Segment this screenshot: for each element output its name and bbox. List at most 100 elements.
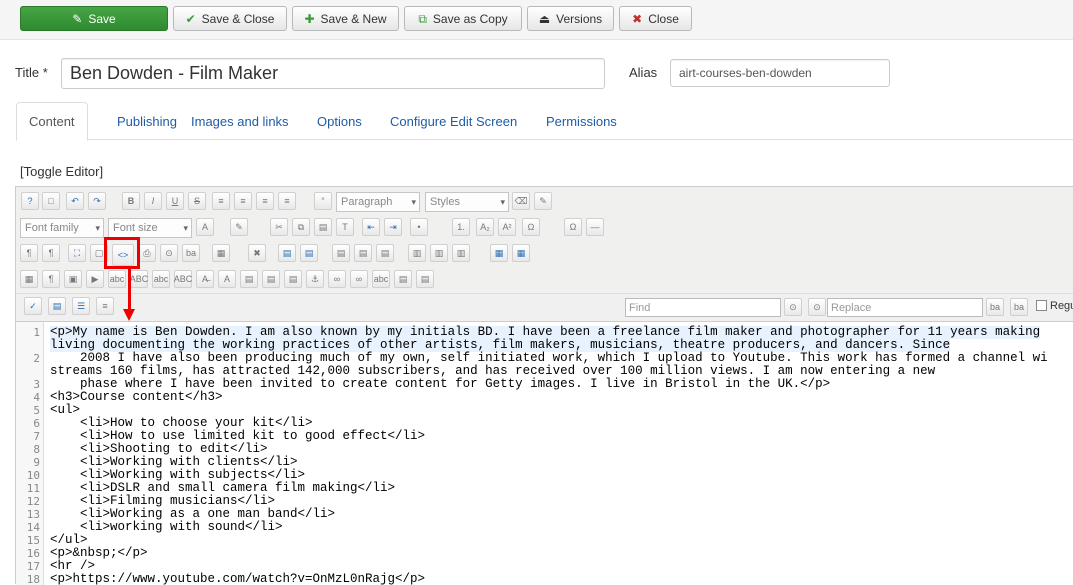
delete-table-icon[interactable]: ✖: [248, 244, 266, 262]
acronym-icon[interactable]: ABC: [130, 270, 148, 288]
numbered-list-icon[interactable]: 1.: [452, 218, 470, 236]
grid-icon[interactable]: ▦: [20, 270, 38, 288]
insert-a-icon[interactable]: A: [218, 270, 236, 288]
template-icon[interactable]: ▤: [262, 270, 280, 288]
superscript-icon[interactable]: A²: [498, 218, 516, 236]
redo-icon[interactable]: ↷: [88, 192, 106, 210]
attributes-icon[interactable]: ▤: [240, 270, 258, 288]
blockquote-icon[interactable]: “: [314, 192, 332, 210]
tab-publishing[interactable]: Publishing: [105, 102, 189, 140]
table-props-icon[interactable]: ▦: [490, 244, 508, 262]
eraser-icon[interactable]: ⌫: [512, 192, 530, 210]
tab-images-links[interactable]: Images and links: [179, 102, 301, 140]
italic-icon[interactable]: I: [144, 192, 162, 210]
toggle-editor-link[interactable]: [Toggle Editor]: [20, 164, 103, 179]
pilcrow-icon[interactable]: ¶: [42, 270, 60, 288]
spellcheck-icon[interactable]: abc: [372, 270, 390, 288]
omega-icon[interactable]: Ω: [564, 218, 582, 236]
tab-configure-edit-screen[interactable]: Configure Edit Screen: [378, 102, 529, 140]
abbreviation-icon[interactable]: ABC: [174, 270, 192, 288]
replace-one-icon[interactable]: ba: [986, 298, 1004, 316]
font-family-select[interactable]: Font family: [20, 218, 104, 238]
wrap-toggle-icon[interactable]: ▤: [48, 297, 66, 315]
text-color-icon[interactable]: A: [196, 218, 214, 236]
cut-icon[interactable]: ✂: [270, 218, 288, 236]
bullet-list-icon[interactable]: •: [410, 218, 428, 236]
media-icon[interactable]: ▶: [86, 270, 104, 288]
tab-content[interactable]: Content: [16, 102, 88, 141]
save-button[interactable]: ✎ Save: [20, 6, 168, 31]
replace-input[interactable]: Replace: [827, 298, 983, 317]
subscript-icon[interactable]: A₂: [476, 218, 494, 236]
regex-checkbox[interactable]: [1036, 300, 1047, 311]
strikethrough-icon[interactable]: S: [188, 192, 206, 210]
outdent-icon[interactable]: ⇤: [362, 218, 380, 236]
insert-row-icon[interactable]: ▤: [332, 244, 350, 262]
paste-icon[interactable]: ▤: [314, 218, 332, 236]
undo-icon[interactable]: ↶: [66, 192, 84, 210]
horizontal-rule-icon[interactable]: —: [586, 218, 604, 236]
format-code-icon[interactable]: ≡: [96, 297, 114, 315]
delete-row-icon[interactable]: ▤: [354, 244, 372, 262]
tab-permissions[interactable]: Permissions: [534, 102, 629, 140]
find-input[interactable]: Find: [625, 298, 781, 317]
find-icon[interactable]: ⊙: [160, 244, 178, 262]
anchor-icon[interactable]: ⚓: [306, 270, 324, 288]
close-label: Close: [648, 11, 679, 26]
find-next-icon[interactable]: ⊙: [784, 298, 802, 316]
align-justify-icon[interactable]: ≡: [278, 192, 296, 210]
brush-icon[interactable]: ✎: [534, 192, 552, 210]
col-after-icon[interactable]: ▥: [430, 244, 448, 262]
code-area[interactable]: 1 2 3 4 5 6 7 8 9 10 11 12 13 14 15 16 17 18 <p>My name i…: [16, 321, 1073, 585]
paste-text-icon[interactable]: T: [336, 218, 354, 236]
font-size-select[interactable]: Font size: [108, 218, 192, 238]
styles-select[interactable]: Styles: [425, 192, 509, 212]
save-copy-button[interactable]: ⧉ Save as Copy: [404, 6, 522, 31]
align-center-icon[interactable]: ≡: [234, 192, 252, 210]
row-after-icon[interactable]: ▤: [300, 244, 318, 262]
row-before-icon[interactable]: ▤: [278, 244, 296, 262]
title-input[interactable]: Ben Dowden - Film Maker: [61, 58, 605, 89]
copy-icon[interactable]: ⧉: [292, 218, 310, 236]
cell-props-icon[interactable]: ▦: [512, 244, 530, 262]
visual-chars-icon[interactable]: ¶: [42, 244, 60, 262]
align-left-icon[interactable]: ≡: [212, 192, 230, 210]
fullscreen-icon[interactable]: ⛶: [68, 244, 86, 262]
unlink-icon[interactable]: ∞: [350, 270, 368, 288]
link-icon[interactable]: ∞: [328, 270, 346, 288]
underline-icon[interactable]: U: [166, 192, 184, 210]
versions-button[interactable]: ⏏ Versions: [527, 6, 614, 31]
bold-icon[interactable]: B: [122, 192, 140, 210]
image-icon[interactable]: ▣: [64, 270, 82, 288]
line-number: 6: [33, 417, 40, 430]
linenumbers-toggle-icon[interactable]: ☰: [72, 297, 90, 315]
close-button[interactable]: ✖ Close: [619, 6, 692, 31]
find-prev-icon[interactable]: ⊙: [808, 298, 826, 316]
save-new-button[interactable]: ✚ Save & New: [292, 6, 399, 31]
new-document-icon[interactable]: □: [42, 192, 60, 210]
highlight-color-icon[interactable]: ✎: [230, 218, 248, 236]
replace-icon[interactable]: ba: [182, 244, 200, 262]
help-icon[interactable]: ?: [21, 192, 39, 210]
paragraph-select[interactable]: Paragraph: [336, 192, 420, 212]
delete-col-icon[interactable]: ▥: [452, 244, 470, 262]
align-right-icon[interactable]: ≡: [256, 192, 274, 210]
indent-icon[interactable]: ⇥: [384, 218, 402, 236]
strike-a-icon[interactable]: A̶: [196, 270, 214, 288]
merge-row-icon[interactable]: ▤: [376, 244, 394, 262]
replace-all-icon[interactable]: ba: [1010, 298, 1028, 316]
readmore-icon[interactable]: ▤: [416, 270, 434, 288]
show-blocks-icon[interactable]: ¶: [20, 244, 38, 262]
col-before-icon[interactable]: ▥: [408, 244, 426, 262]
abbr-icon[interactable]: abc: [108, 270, 126, 288]
save-close-button[interactable]: ✔ Save & Close: [173, 6, 287, 31]
sample-icon[interactable]: abc: [152, 270, 170, 288]
table-icon[interactable]: ▦: [212, 244, 230, 262]
charmap-icon[interactable]: Ω: [522, 218, 540, 236]
print-icon[interactable]: ⎙: [138, 244, 156, 262]
pagebreak-icon[interactable]: ▤: [394, 270, 412, 288]
tab-options[interactable]: Options: [305, 102, 374, 140]
alias-input[interactable]: airt-courses-ben-dowden: [670, 59, 890, 87]
highlight-toggle-icon[interactable]: ✓: [24, 297, 42, 315]
layer-icon[interactable]: ▤: [284, 270, 302, 288]
